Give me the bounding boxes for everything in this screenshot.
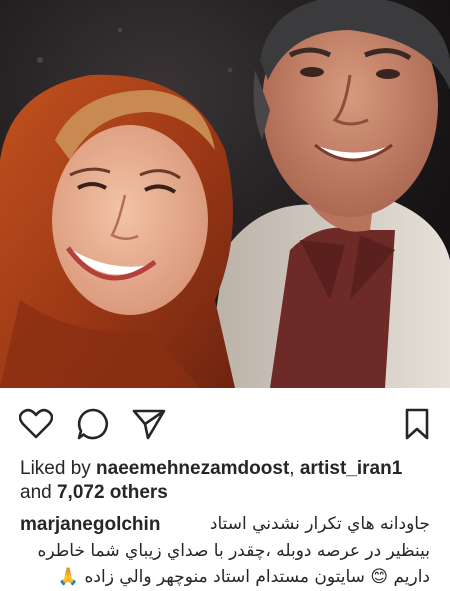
heart-outline-icon[interactable] — [18, 406, 54, 442]
likes-and-text: and — [20, 482, 57, 503]
likes-separator: , — [289, 458, 300, 479]
likes-count: and 7,072 others — [20, 480, 168, 505]
post-action-bar — [0, 388, 450, 454]
paper-plane-icon[interactable] — [131, 406, 167, 442]
bookmark-icon[interactable] — [399, 406, 435, 442]
likes-prefix: Liked by — [20, 458, 97, 479]
liker-username-2[interactable]: artist_iran1 — [300, 458, 402, 479]
liker-username-1[interactable]: naeemehnezamdoost — [96, 458, 289, 479]
likes-summary: Liked by naeemehnezamdoost, artist_iran1 — [20, 456, 440, 481]
post-photo-image — [0, 0, 450, 388]
comment-bubble-icon[interactable] — [75, 406, 111, 442]
caption-line-2: بينظير در عرصه دوبله ،چقدر با صداي زيباي… — [37, 541, 430, 561]
caption-username[interactable]: marjanegolchin — [20, 512, 160, 537]
likes-others-count[interactable]: 7,072 others — [57, 482, 168, 503]
caption-line-1: جاودانه هاي تكرار نشدني استاد — [209, 514, 430, 534]
post-photo[interactable] — [0, 0, 450, 388]
caption-line-3: داريم 😊 سايتون مستدام استاد منوچهر والي … — [57, 567, 430, 587]
